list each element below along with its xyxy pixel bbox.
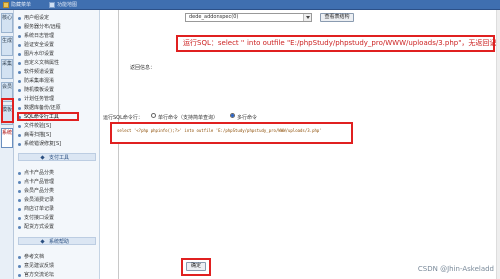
sidebar-item[interactable]: 商店订单记录 — [17, 206, 54, 212]
sidebar-item[interactable]: 系统错误修复[S] — [17, 141, 61, 147]
hide-menu-icon — [3, 2, 9, 8]
sidebar-item[interactable]: 支付接口设置 — [17, 215, 54, 221]
table-select-value: dede_addonspec(0) — [189, 14, 239, 20]
multi-line-radio[interactable] — [230, 113, 235, 118]
multi-line-radio-label: 多行命令 — [237, 115, 258, 121]
sidebar-item[interactable]: 会员产品分类 — [17, 188, 54, 194]
watermark: CSDN @Jhin-Askeladd — [417, 265, 494, 273]
sidebar-item[interactable]: 配货方式设置 — [17, 224, 54, 230]
sidebar: 用户组设定 服务器分布/远程 系统日志管理 验证安全设置 图片水印设置 自定义文… — [14, 10, 100, 279]
sql-result-callout: 运行SQL：select '' into outfile "E:/phpStud… — [176, 35, 500, 52]
sql-tool-highlight — [17, 112, 79, 121]
function-map-label: 功能地图 — [57, 2, 78, 8]
view-table-structure-button[interactable]: 查看表结构 — [320, 13, 354, 22]
callout-text: select '' into outfile "E:/phpStudy/phps… — [217, 39, 500, 47]
sidebar-item[interactable]: 文件校验[S] — [17, 123, 51, 129]
map-icon — [49, 2, 55, 8]
sidebar-item[interactable]: 用户组设定 — [17, 15, 49, 21]
tab-collect[interactable]: 采集 — [1, 59, 13, 79]
sidebar-item[interactable]: 服务器分布/远程 — [18, 24, 61, 30]
top-toolbar: 隐藏菜单 功能地图 — [0, 0, 500, 10]
return-info-label: 返回信息： — [130, 65, 156, 71]
tab-core[interactable]: 核心 — [1, 13, 13, 33]
section-header-payment[interactable]: 支付工具 — [18, 153, 96, 161]
sidebar-item[interactable]: 会员消费记录 — [17, 197, 54, 203]
sidebar-item[interactable]: 点卡产品管理 — [17, 179, 54, 185]
sidebar-item[interactable]: 系统日志管理 — [17, 33, 54, 39]
sidebar-item[interactable]: 验证安全设置 — [17, 42, 54, 48]
callout-prefix: 运行SQL： — [183, 39, 218, 47]
sidebar-item[interactable]: 软件频道设置 — [17, 69, 54, 75]
run-sql-label: 运行SQL命令行： — [103, 115, 143, 121]
table-select[interactable]: dede_addonspec(0) — [185, 13, 312, 22]
sidebar-item[interactable]: 图片水印设置 — [17, 51, 54, 57]
single-line-radio[interactable] — [151, 113, 156, 118]
function-map-button[interactable]: 功能地图 — [48, 1, 77, 9]
sidebar-item[interactable]: 病毒扫描[S] — [17, 132, 51, 138]
system-tab-highlight — [1, 98, 14, 123]
content-divider — [118, 10, 119, 279]
single-line-radio-label: 单行命令（支持简单查询） — [158, 115, 219, 121]
sidebar-item[interactable]: 点卡产品分类 — [17, 170, 54, 176]
submit-button[interactable]: 确定 — [186, 262, 206, 271]
chevron-down-icon — [303, 14, 311, 21]
sidebar-item[interactable]: 意见建议反馈 — [17, 263, 54, 269]
sidebar-item[interactable]: 参考文档 — [17, 254, 44, 260]
section-header-help[interactable]: 系统帮助 — [18, 237, 96, 245]
sidebar-item[interactable]: 自定义文档属性 — [17, 60, 59, 66]
sidebar-item[interactable]: 官方交流论坛 — [17, 272, 54, 278]
scrollbar[interactable] — [496, 10, 500, 279]
tab-generate[interactable]: 生成 — [1, 36, 13, 56]
sidebar-item[interactable]: 数据库备份/还原 — [18, 105, 61, 111]
hide-menu-button[interactable]: 隐藏菜单 — [2, 1, 31, 9]
sidebar-item[interactable]: 随机模板设置 — [17, 87, 54, 93]
sql-command-input[interactable]: select '<?php phpinfo();?>' into outfile… — [110, 122, 353, 144]
tab-system[interactable]: 系统 — [1, 128, 13, 148]
sidebar-item[interactable]: 防采集串混淆 — [17, 78, 54, 84]
sql-command-text: select '<?php phpinfo();?>' into outfile… — [117, 128, 322, 133]
left-tab-strip: 核心 生成 采集 会员 模板 系统 — [0, 10, 14, 279]
sidebar-item[interactable]: 计划任务管理 — [17, 96, 54, 102]
hide-menu-label: 隐藏菜单 — [11, 2, 32, 8]
